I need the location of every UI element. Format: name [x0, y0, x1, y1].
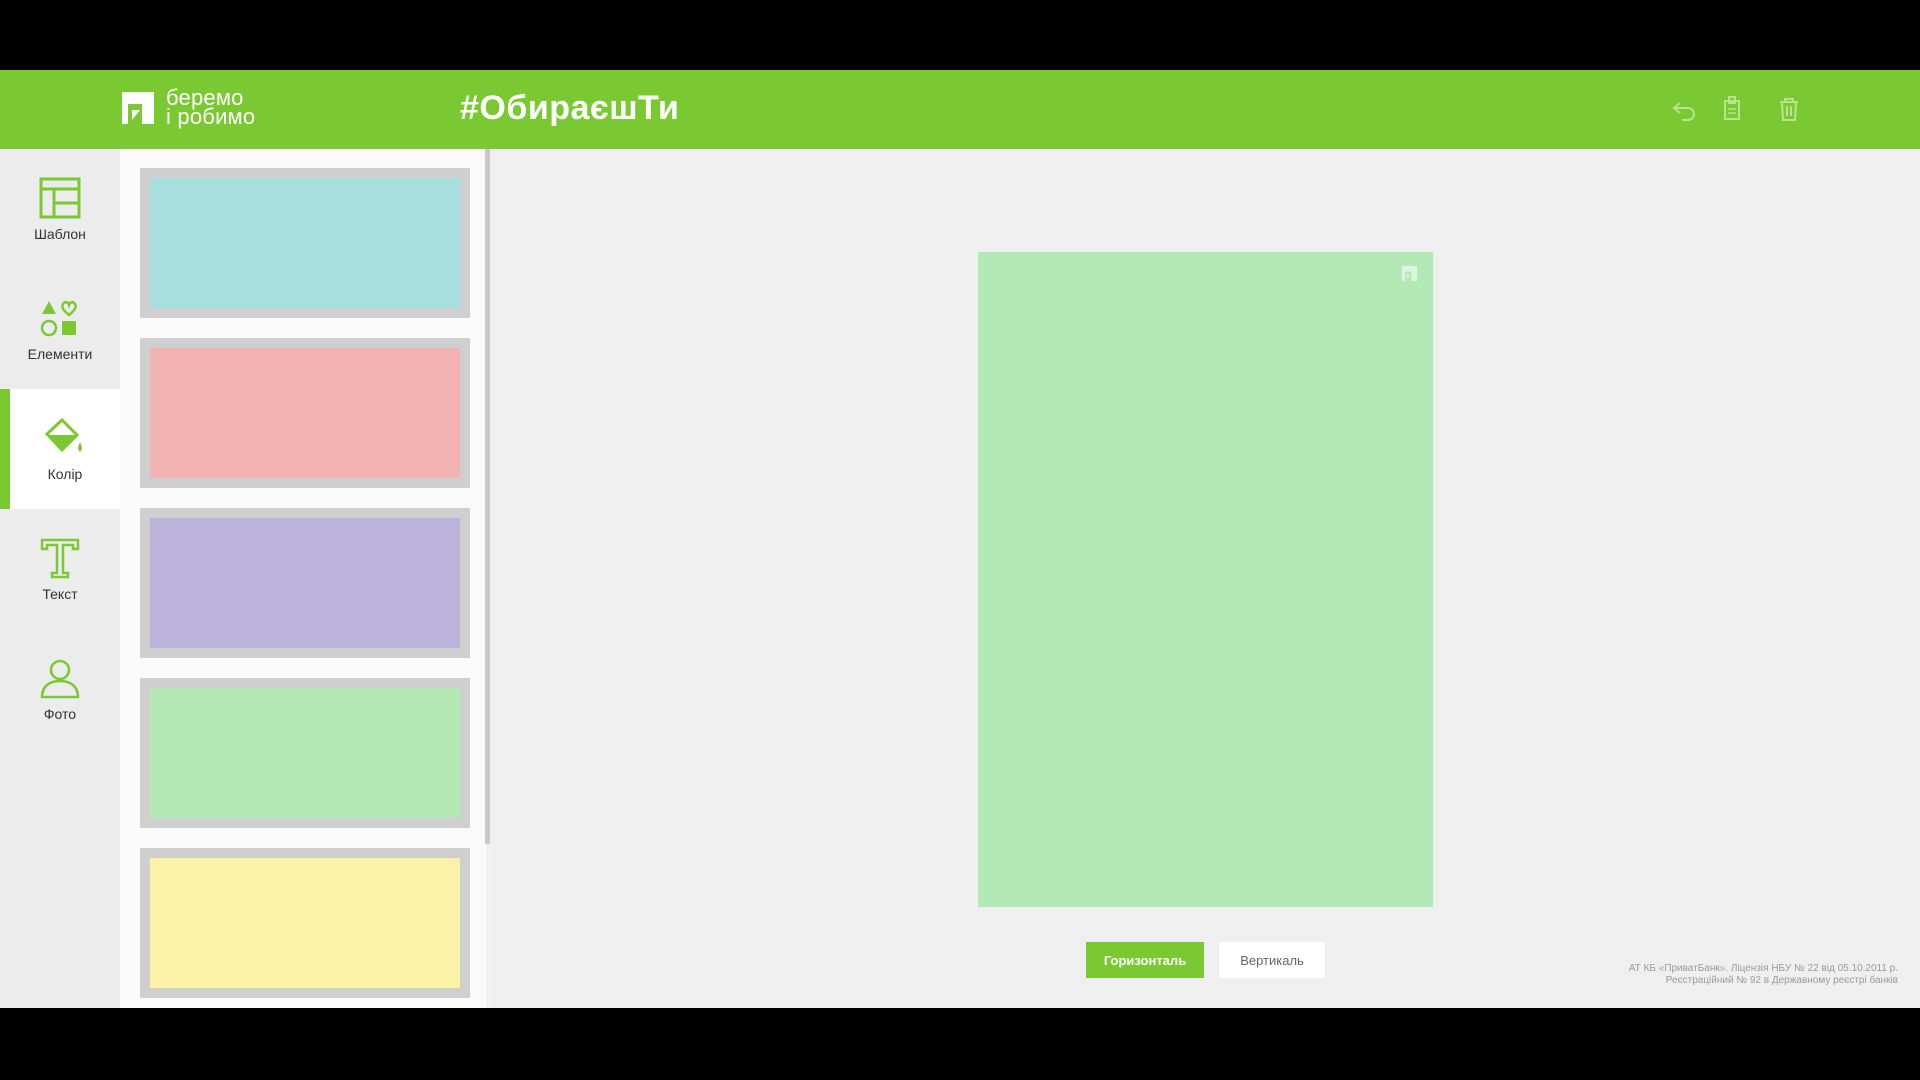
- privatbank-logo-icon: [122, 92, 154, 124]
- color-swatch[interactable]: [140, 338, 470, 488]
- privatbank-logo-icon: [1401, 265, 1418, 282]
- brand-logo[interactable]: беремо і робимо: [120, 86, 255, 128]
- swatch-fill: [150, 178, 460, 308]
- copy-icon[interactable]: [1718, 95, 1746, 123]
- legal-line-1: АТ КБ «ПриватБанк». Ліцензія НБУ № 22 ві…: [1628, 963, 1898, 974]
- logo-line-2: і робимо: [166, 104, 256, 129]
- sidebar-item-elements[interactable]: Елементи: [0, 269, 120, 389]
- template-icon: [38, 176, 82, 220]
- color-swatch[interactable]: [140, 508, 470, 658]
- trash-icon[interactable]: [1775, 95, 1803, 123]
- sidebar-item-label: Колір: [47, 466, 83, 482]
- color-swatch[interactable]: [140, 168, 470, 318]
- swatch-fill: [150, 518, 460, 648]
- undo-icon[interactable]: [1670, 95, 1698, 123]
- tool-sidebar: Шаблон Елементи Колір Текст Фото: [0, 149, 120, 1008]
- sidebar-item-template[interactable]: Шаблон: [0, 149, 120, 269]
- color-panel: [120, 149, 486, 1008]
- sidebar-item-text[interactable]: Текст: [0, 509, 120, 629]
- swatch-fill: [150, 688, 460, 818]
- color-swatch[interactable]: [140, 678, 470, 828]
- shapes-icon: [38, 296, 82, 340]
- logo-text: беремо і робимо: [166, 87, 256, 129]
- person-icon: [38, 656, 82, 700]
- swatch-fill: [150, 348, 460, 478]
- sidebar-item-label: Шаблон: [34, 226, 86, 242]
- editor-app: беремо і робимо #ОбираєшТи Шаблон Елемен…: [0, 70, 1920, 1008]
- text-icon: [38, 536, 82, 580]
- sidebar-item-photo[interactable]: Фото: [0, 629, 120, 749]
- legal-footer: АТ КБ «ПриватБанк». Ліцензія НБУ № 22 ві…: [1629, 963, 1898, 987]
- color-swatch[interactable]: [140, 848, 470, 998]
- sidebar-item-label: Елементи: [27, 346, 93, 362]
- sidebar-item-color[interactable]: Колір: [0, 389, 120, 509]
- header-bar: беремо і робимо #ОбираєшТи: [0, 70, 1920, 149]
- hashtag-title: #ОбираєшТи: [460, 89, 680, 127]
- vertical-orientation-button[interactable]: Вертикаль: [1219, 942, 1325, 978]
- poster-artboard[interactable]: [978, 252, 1433, 907]
- legal-line-2: Реєстраційний № 92 в Державному реєстрі …: [1665, 975, 1898, 986]
- sidebar-item-label: Фото: [43, 706, 77, 722]
- paint-bucket-icon: [43, 416, 87, 460]
- sidebar-item-label: Текст: [42, 586, 78, 602]
- horizontal-orientation-button[interactable]: Горизонталь: [1086, 942, 1204, 978]
- swatch-fill: [150, 858, 460, 988]
